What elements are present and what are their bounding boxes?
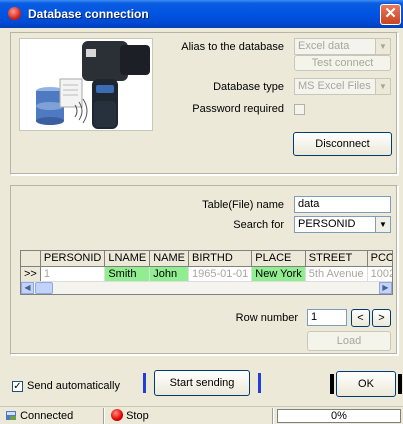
db-type-value: MS Excel Files [298,80,371,92]
close-button[interactable]: ✕ [380,4,401,25]
horizontal-scrollbar[interactable]: ◀ ▶ [21,281,392,294]
password-checkbox[interactable] [294,104,305,115]
send-auto-label: Send automatically [27,380,120,392]
start-sending-button[interactable]: Start sending [154,370,250,396]
data-table: PERSONID LNAME NAME BIRTHD PLACE STREET … [21,251,392,281]
table-cell[interactable]: Smith [104,266,151,281]
search-for-value: PERSONID [298,218,356,230]
table-cell[interactable]: 5th Avenue [305,266,368,281]
column-header[interactable]: BIRTHD [188,251,253,267]
stop-status[interactable]: Stop [108,408,152,424]
stop-text: Stop [126,410,149,422]
ok-right-marker [398,374,402,394]
disconnect-button[interactable]: Disconnect [293,132,392,156]
table-cell[interactable]: 1 [40,266,106,281]
scroll-left-icon[interactable]: ◀ [21,282,34,294]
load-button[interactable]: Load [307,331,391,351]
status-separator [272,408,274,424]
window-title: Database connection [28,7,149,21]
table-cell[interactable]: New York [251,266,306,281]
progress-bar: 0% [277,409,401,423]
data-grid[interactable]: PERSONID LNAME NAME BIRTHD PLACE STREET … [20,250,393,295]
scroll-thumb[interactable] [35,282,53,294]
prev-row-button[interactable]: < [351,309,370,327]
header-row: PERSONID LNAME NAME BIRTHD PLACE STREET … [21,251,392,267]
column-header[interactable]: PERSONID [40,251,106,267]
connected-status: Connected [2,408,76,424]
table-row[interactable]: >> 1 Smith John 1965-01-01 New York 5th … [21,266,392,281]
status-separator [103,408,105,424]
table-cell[interactable]: 1965-01-01 [188,266,253,281]
indicator-header [21,251,41,267]
column-header[interactable]: NAME [149,251,190,267]
table-name-label: Table(File) name [202,199,284,211]
start-sending-right-marker [258,373,261,393]
search-for-combo[interactable]: PERSONID ▼ [294,216,391,233]
scanner-database-image [19,38,153,131]
table-cell[interactable]: John [149,266,190,281]
test-connect-button[interactable]: Test connect [294,55,391,71]
send-auto-checkbox[interactable]: ✓ [12,381,23,392]
row-indicator: >> [21,266,41,281]
db-type-combo[interactable]: MS Excel Files ▼ [294,78,391,95]
chevron-down-icon[interactable]: ▼ [375,217,390,232]
alias-label: Alias to the database [181,41,284,53]
title-bar: Database connection ✕ [0,0,403,28]
chevron-down-icon[interactable]: ▼ [375,79,390,94]
password-label: Password required [192,103,284,115]
chevron-down-icon[interactable]: ▼ [375,39,390,54]
search-for-label: Search for [233,219,284,231]
stop-icon [111,409,123,421]
column-header[interactable]: PLACE [251,251,306,267]
app-icon [8,7,21,20]
alias-combo[interactable]: Excel data ▼ [294,38,391,55]
table-cell[interactable]: 10022 [367,266,392,281]
scroll-right-icon[interactable]: ▶ [379,282,392,294]
ok-button[interactable]: OK [336,371,396,397]
db-type-label: Database type [213,81,284,93]
connected-text: Connected [20,410,74,422]
ok-left-marker [330,374,334,394]
alias-value: Excel data [298,40,350,52]
row-number-input[interactable]: 1 [307,309,347,326]
column-header[interactable]: PCODE [367,251,392,267]
database-icon [6,411,16,420]
column-header[interactable]: STREET [305,251,368,267]
status-bar: Connected Stop 0% [0,406,403,424]
next-row-button[interactable]: > [372,309,391,327]
table-name-input[interactable]: data [294,196,391,213]
column-header[interactable]: LNAME [104,251,151,267]
row-number-label: Row number [235,312,298,324]
start-sending-left-marker [143,373,146,393]
